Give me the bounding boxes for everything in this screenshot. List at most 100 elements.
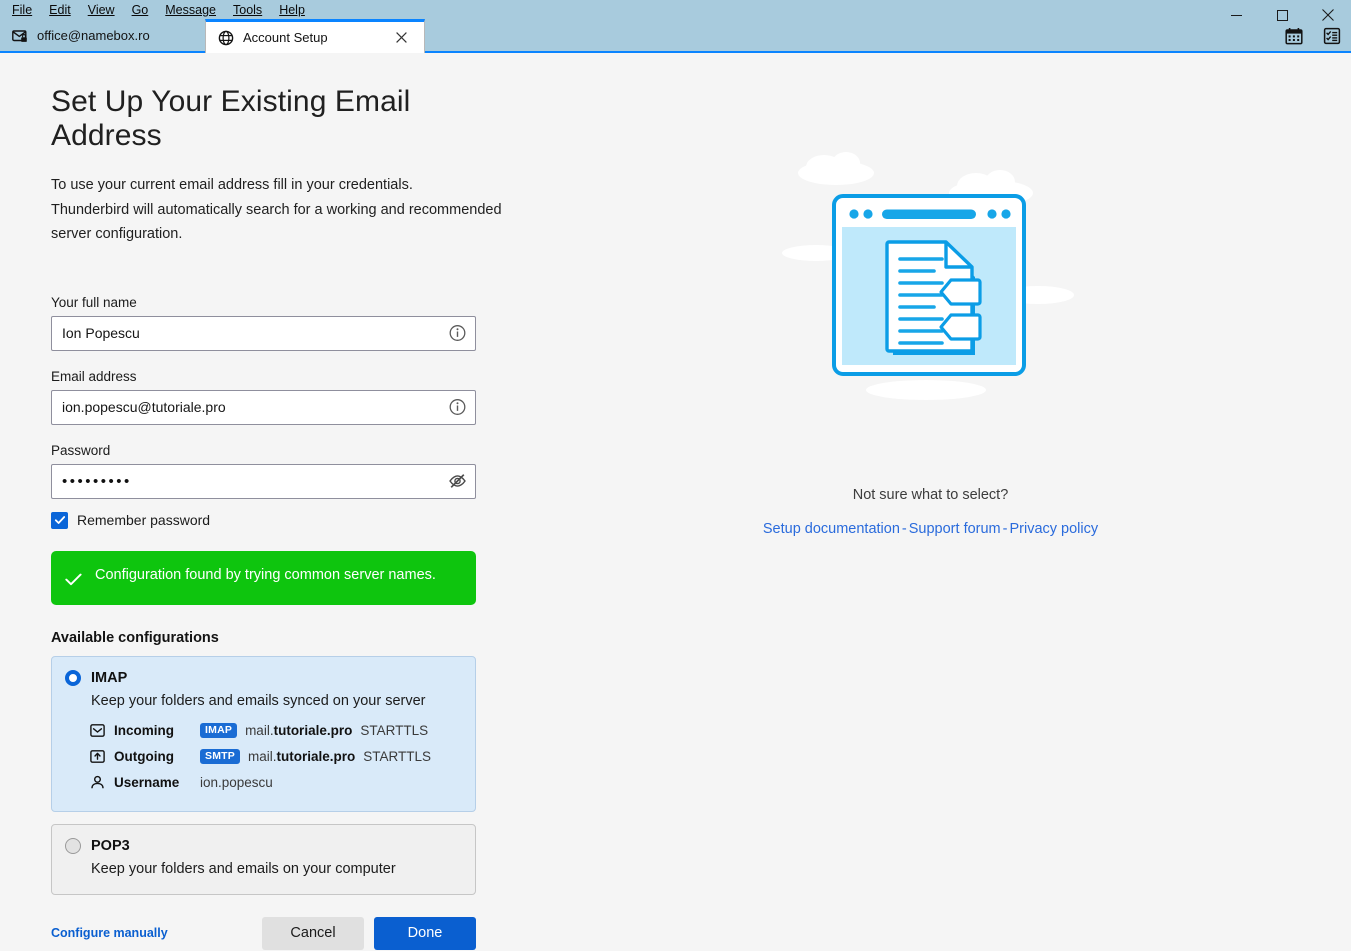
menu-item-edit[interactable]: Edit xyxy=(41,2,80,20)
pop3-label: POP3 xyxy=(91,837,130,854)
password-label: Password xyxy=(51,442,111,458)
pop3-radio[interactable] xyxy=(65,837,81,854)
menu-item-edit-label: Edit xyxy=(49,3,71,18)
imap-radio[interactable] xyxy=(65,669,81,686)
close-icon xyxy=(1322,9,1334,21)
page-subtitle: To use your current email address fill i… xyxy=(51,173,510,247)
tab-bar-actions xyxy=(1281,23,1345,49)
menu-item-message-label: Message xyxy=(165,3,216,18)
menu-item-message[interactable]: Message xyxy=(157,2,225,20)
minimize-icon xyxy=(1230,14,1242,16)
check-icon xyxy=(54,516,65,524)
imap-incoming-row: Incoming IMAP mail.tutoriale.pro STARTTL… xyxy=(89,718,460,744)
imap-outgoing-label: Outgoing xyxy=(114,749,174,764)
maximize-icon xyxy=(1276,9,1288,21)
imap-username-label: Username xyxy=(114,775,180,790)
page-title: Set Up Your Existing Email Address xyxy=(51,85,411,152)
imap-username-value: ion.popescu xyxy=(200,775,273,790)
field-full-name: Your full name xyxy=(51,295,510,351)
tasks-icon[interactable] xyxy=(1319,23,1345,49)
imap-incoming-protocol-badge: IMAP xyxy=(200,723,238,738)
email-address-label: Email address xyxy=(51,368,137,384)
email-address-input-wrapper[interactable] xyxy=(51,389,476,425)
cancel-button[interactable]: Cancel xyxy=(262,916,364,950)
calendar-icon[interactable] xyxy=(1281,23,1307,49)
password-input[interactable]: ••••••••• xyxy=(52,465,475,498)
config-option-pop3-header: POP3 xyxy=(65,837,460,854)
menu-item-view-label: View xyxy=(87,3,115,18)
config-option-pop3[interactable]: POP3 Keep your folders and emails on you… xyxy=(51,823,476,895)
remember-password-label: Remember password xyxy=(77,512,211,528)
done-button[interactable]: Done xyxy=(374,916,476,950)
menu-item-help[interactable]: Help xyxy=(271,2,314,20)
imap-incoming-host-prefix: mail. xyxy=(245,723,274,738)
tab-close-icon[interactable] xyxy=(392,29,410,47)
setup-form-column: Set Up Your Existing Email Address To us… xyxy=(0,85,510,950)
globe-icon xyxy=(218,30,234,46)
info-icon[interactable] xyxy=(448,324,467,343)
configuration-found-text: Configuration found by trying common ser… xyxy=(95,566,436,583)
tab-strip: office@namebox.ro Account Setup xyxy=(0,19,425,53)
help-column: Not sure what to select? Setup documenta… xyxy=(510,85,1351,950)
help-links-block: Not sure what to select? Setup documenta… xyxy=(510,487,1351,537)
menu-item-go-label: Go xyxy=(131,3,149,18)
full-name-input-wrapper[interactable] xyxy=(51,315,476,351)
outbox-icon xyxy=(89,748,106,765)
imap-incoming-label: Incoming xyxy=(114,723,174,738)
inbox-icon xyxy=(89,722,106,739)
person-icon xyxy=(89,774,106,791)
help-links: Setup documentation - Support forum - Privac… xyxy=(510,521,1351,537)
remember-password-row[interactable]: Remember password xyxy=(51,511,510,529)
configure-manually-link[interactable]: Configure manually xyxy=(51,926,168,940)
tab-account-setup-label: Account Setup xyxy=(243,30,328,45)
document-window-illustration xyxy=(510,145,1351,405)
menu-item-tools-label: Tools xyxy=(233,3,263,18)
password-input-wrapper[interactable]: ••••••••• xyxy=(51,463,476,499)
menu-item-tools[interactable]: Tools xyxy=(225,2,271,20)
account-setup-page: Set Up Your Existing Email Address To us… xyxy=(0,55,1351,951)
menu-item-view[interactable]: View xyxy=(80,2,124,20)
menu-item-file[interactable]: File xyxy=(4,2,41,20)
tab-mail-account[interactable]: office@namebox.ro xyxy=(0,20,205,51)
field-password: Password ••••••••• Remember password xyxy=(51,443,510,529)
tab-mail-account-label: office@namebox.ro xyxy=(37,28,150,43)
privacy-policy-link[interactable]: Privacy policy xyxy=(1009,521,1098,537)
eye-slash-icon[interactable] xyxy=(448,472,467,491)
menu-item-help-label: Help xyxy=(279,3,305,18)
page-subtitle-line2: Thunderbird will automatically search fo… xyxy=(51,201,502,243)
action-buttons: Cancel Done xyxy=(262,916,476,950)
imap-username-row: Username ion.popescu xyxy=(89,770,460,796)
mail-lock-icon xyxy=(12,28,28,44)
help-question: Not sure what to select? xyxy=(852,487,1009,503)
imap-details: Incoming IMAP mail.tutoriale.pro STARTTL… xyxy=(89,718,460,796)
check-icon xyxy=(65,573,82,591)
field-email-address: Email address xyxy=(51,369,510,425)
imap-outgoing-host-prefix: mail. xyxy=(247,749,277,764)
imap-outgoing-protocol-badge: SMTP xyxy=(200,749,240,764)
imap-label: IMAP xyxy=(91,669,128,686)
menu-item-file-label: File xyxy=(12,3,33,18)
info-icon[interactable] xyxy=(448,398,467,417)
imap-incoming-host-domain: tutoriale.pro xyxy=(273,723,353,738)
support-forum-link[interactable]: Support forum xyxy=(909,521,1001,537)
email-address-input[interactable] xyxy=(52,390,475,424)
imap-incoming-security: STARTTLS xyxy=(360,723,429,738)
full-name-input[interactable] xyxy=(52,316,475,350)
menu-item-go[interactable]: Go xyxy=(124,2,158,20)
link-separator-1: - xyxy=(901,521,907,537)
imap-outgoing-host-domain: tutoriale.pro xyxy=(276,749,356,764)
remember-password-checkbox[interactable] xyxy=(51,511,68,529)
tab-account-setup[interactable]: Account Setup xyxy=(205,19,425,53)
full-name-label: Your full name xyxy=(51,294,137,310)
config-option-imap[interactable]: IMAP Keep your folders and emails synced… xyxy=(51,655,476,812)
config-option-imap-header: IMAP xyxy=(65,669,460,686)
available-configurations-title: Available configurations xyxy=(51,629,219,646)
menu-bar: File Edit View Go Message Tools Help xyxy=(0,2,314,20)
page-subtitle-line1: To use your current email address fill i… xyxy=(51,177,413,193)
setup-documentation-link[interactable]: Setup documentation xyxy=(763,521,900,537)
imap-outgoing-row: Outgoing SMTP mail.tutoriale.pro STARTTL… xyxy=(89,744,460,770)
imap-description: Keep your folders and emails synced on y… xyxy=(91,692,426,709)
imap-incoming-host: mail.tutoriale.pro xyxy=(245,723,352,738)
form-actions: Configure manually Cancel Done xyxy=(51,916,476,950)
configuration-found-banner: Configuration found by trying common ser… xyxy=(51,550,476,605)
